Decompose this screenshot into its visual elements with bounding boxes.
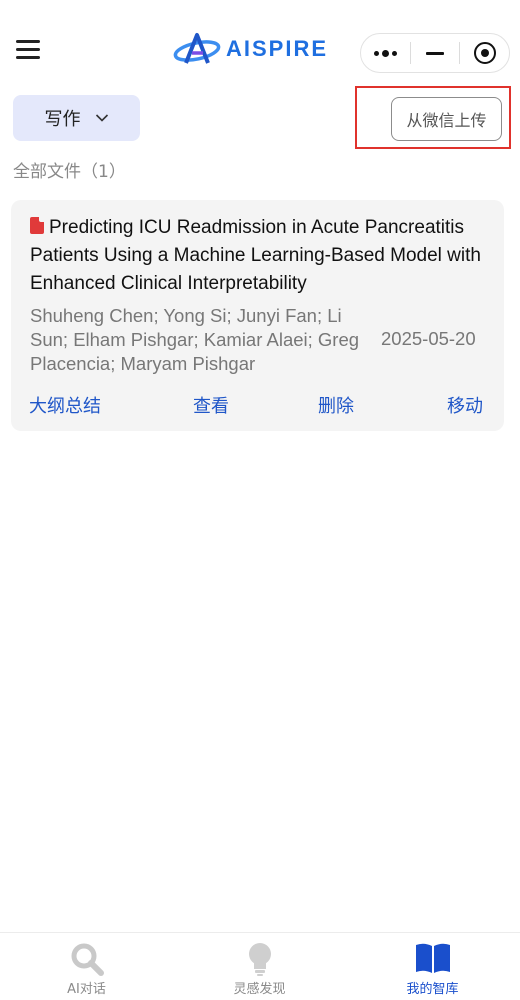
target-icon xyxy=(473,42,496,64)
brand-name: AISPIRE xyxy=(226,36,329,61)
tab-inspiration[interactable]: 灵感发现 xyxy=(173,933,346,1000)
more-button[interactable] xyxy=(361,34,410,72)
tab-label: 灵感发现 xyxy=(233,982,286,997)
hamburger-icon[interactable] xyxy=(16,40,40,60)
file-title: Predicting ICU Readmission in Acute Panc… xyxy=(30,214,496,298)
bottom-tab-bar: AI对话 灵感发现 我的智库 xyxy=(0,932,520,1000)
tab-my-library[interactable]: 我的智库 xyxy=(346,933,519,1000)
pdf-icon xyxy=(30,217,44,234)
file-authors: Shuheng Chen; Yong Si; Junyi Fan; Li Sun… xyxy=(30,305,360,374)
minimize-button[interactable] xyxy=(411,34,460,72)
book-icon xyxy=(415,943,450,973)
file-date: 2025-05-20 xyxy=(381,328,476,349)
write-label: 写作 xyxy=(44,109,81,130)
mini-program-capsule xyxy=(360,33,510,73)
file-card[interactable]: Predicting ICU Readmission in Acute Panc… xyxy=(11,200,504,431)
upload-from-wechat-button[interactable]: 从微信上传 xyxy=(391,97,502,141)
lightbulb-icon xyxy=(248,943,271,976)
close-button[interactable] xyxy=(460,34,509,72)
brand-logo: AISPIRE xyxy=(172,28,344,70)
view-link[interactable]: 查看 xyxy=(193,392,229,418)
tab-label: 我的智库 xyxy=(406,982,459,997)
summary-link[interactable]: 大纲总结 xyxy=(29,392,101,418)
write-dropdown-button[interactable]: 写作 xyxy=(13,95,140,141)
file-count-label: 全部文件（1） xyxy=(13,162,126,182)
delete-link[interactable]: 删除 xyxy=(318,392,354,418)
search-icon xyxy=(71,943,104,976)
tab-label: AI对话 xyxy=(67,982,106,997)
chevron-down-icon xyxy=(95,114,108,122)
minimize-icon xyxy=(426,51,444,55)
more-dots-icon xyxy=(373,49,397,57)
file-actions: 大纲总结 查看 删除 移动 xyxy=(11,392,504,418)
aispire-logo-icon xyxy=(173,33,221,64)
tab-ai-chat[interactable]: AI对话 xyxy=(0,933,173,1000)
top-bar: AISPIRE xyxy=(0,0,520,92)
file-title-text: Predicting ICU Readmission in Acute Panc… xyxy=(30,217,481,294)
move-link[interactable]: 移动 xyxy=(447,392,483,418)
